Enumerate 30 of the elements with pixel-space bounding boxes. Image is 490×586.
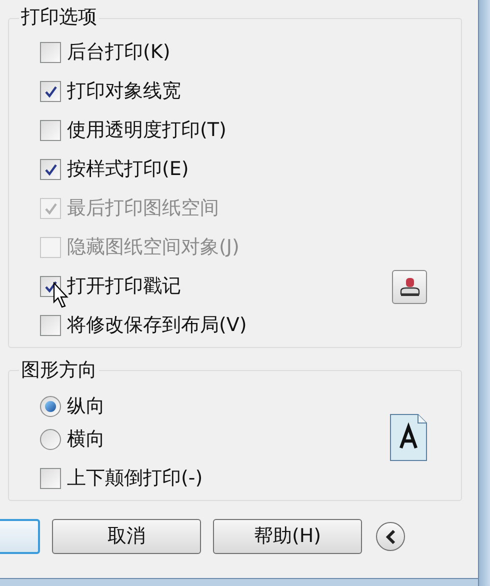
checkbox[interactable] <box>40 315 61 336</box>
dialog-button[interactable] <box>0 519 40 554</box>
dialog-button[interactable]: 帮助(H) <box>213 519 362 554</box>
checkbox[interactable] <box>40 42 61 63</box>
dialog-button[interactable]: 取消 <box>52 519 201 554</box>
portrait-page-icon <box>390 414 427 461</box>
checkbox[interactable] <box>40 81 61 102</box>
checkbox[interactable] <box>40 159 61 180</box>
check-mark-icon <box>44 162 58 176</box>
option-label: 最后打印图纸空间 <box>67 196 219 222</box>
radio-button[interactable] <box>40 396 61 417</box>
checkbox[interactable] <box>40 468 61 489</box>
option-label: 上下颠倒打印(-) <box>67 466 203 492</box>
collapse-button[interactable] <box>376 522 405 551</box>
option-label: 将修改保存到布局(V) <box>67 313 247 338</box>
option-label: 打印对象线宽 <box>67 79 181 104</box>
option-label: 打开打印戳记 <box>67 274 181 300</box>
option-label: 使用透明度打印(T) <box>67 118 226 144</box>
check-mark-icon <box>44 202 58 216</box>
checkbox[interactable] <box>40 120 61 141</box>
check-mark-icon <box>44 84 58 98</box>
chevron-left-icon <box>384 530 396 544</box>
radio-button[interactable] <box>40 429 61 450</box>
check-mark-icon <box>44 280 58 294</box>
option-label: 按样式打印(E) <box>67 157 189 182</box>
option-label: 纵向 <box>67 394 105 420</box>
stamp-settings-button[interactable] <box>392 270 427 304</box>
option-label: 后台打印(K) <box>67 40 170 66</box>
option-label: 隐藏图纸空间对象(J) <box>67 235 240 260</box>
option-label: 横向 <box>67 427 105 452</box>
